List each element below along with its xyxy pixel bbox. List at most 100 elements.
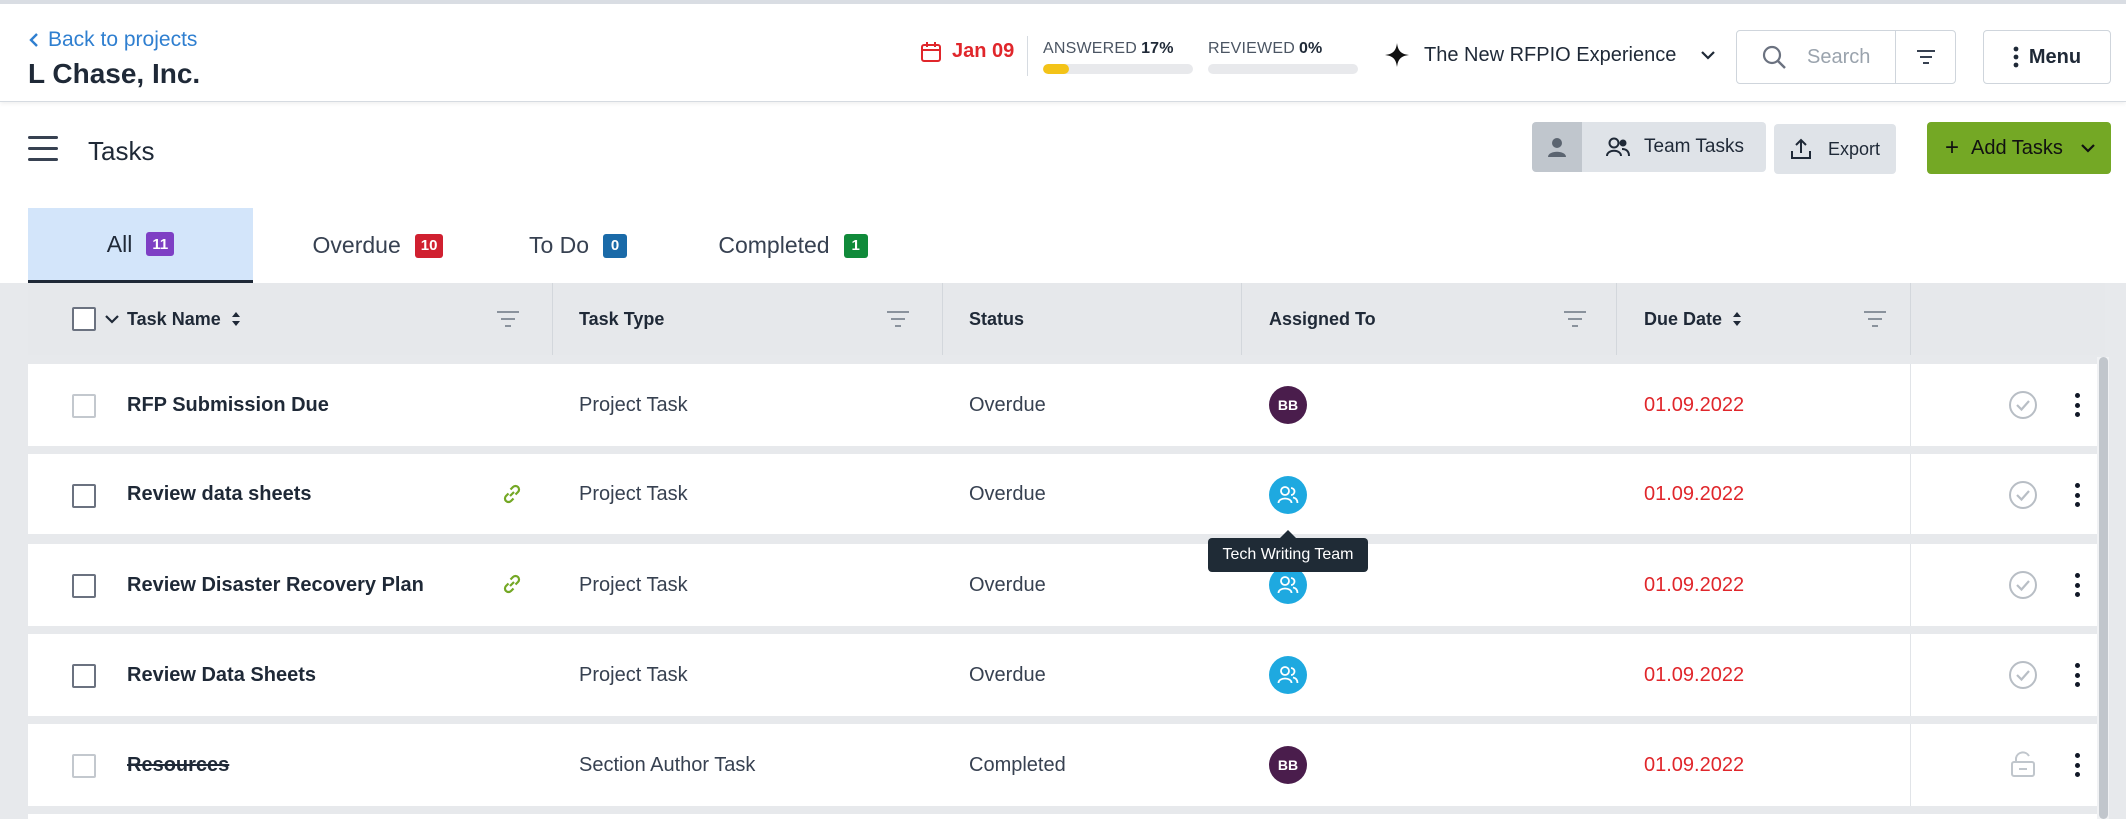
export-button[interactable]: Export xyxy=(1774,124,1896,174)
answered-progress-fill xyxy=(1043,64,1069,74)
due-date: 01.09.2022 xyxy=(1644,663,1745,686)
task-name[interactable]: Review Disaster Recovery Plan xyxy=(127,574,424,597)
table-header: Task Name Task Type Status Assigned To D… xyxy=(28,283,2105,355)
task-name[interactable]: Resources xyxy=(127,754,229,777)
back-link-label: Back to projects xyxy=(48,28,198,51)
actions-divider xyxy=(1910,544,1911,626)
row-kebab-icon[interactable] xyxy=(2072,390,2082,420)
column-label: Task Name xyxy=(127,308,221,329)
column-header-due-date[interactable]: Due Date xyxy=(1644,283,1742,355)
header-divider xyxy=(1027,36,1028,76)
link-icon[interactable] xyxy=(500,482,524,506)
column-label: Due Date xyxy=(1644,308,1723,329)
task-name[interactable]: Review Data Sheets xyxy=(127,664,316,687)
table-row[interactable]: Review Data Sheets Project Task Overdue … xyxy=(28,634,2102,716)
scrollbar-thumb[interactable] xyxy=(2099,357,2108,819)
filter-icon[interactable] xyxy=(886,309,910,329)
tab-to-do[interactable]: To Do 0 xyxy=(483,208,673,283)
check-circle-icon[interactable] xyxy=(2008,390,2038,420)
due-date-text: Jan 09 xyxy=(952,40,1015,62)
menu-button[interactable]: Menu xyxy=(1983,30,2111,84)
answered-percent: 17% xyxy=(1141,40,1174,57)
count-badge: 0 xyxy=(603,233,628,258)
row-checkbox[interactable] xyxy=(72,484,96,508)
row-kebab-icon[interactable] xyxy=(2072,480,2082,510)
unlock-icon[interactable] xyxy=(2008,750,2038,780)
page-title: Tasks xyxy=(88,136,155,166)
avatar[interactable]: BB xyxy=(1269,746,1307,784)
column-header-task-type[interactable]: Task Type xyxy=(579,283,664,355)
actions-divider xyxy=(1910,724,1911,806)
task-name[interactable]: RFP Submission Due xyxy=(127,394,329,417)
row-kebab-icon[interactable] xyxy=(2072,660,2082,690)
task-status: Overdue xyxy=(969,663,1046,686)
table-row[interactable]: Resources Section Author Task Completed … xyxy=(28,724,2102,806)
actions-divider xyxy=(1910,634,1911,716)
chevron-down-icon[interactable] xyxy=(104,313,120,325)
column-divider xyxy=(1241,283,1242,355)
chevron-down-icon[interactable] xyxy=(2079,139,2097,157)
filter-icon[interactable] xyxy=(496,309,520,329)
search-input[interactable] xyxy=(1807,45,1887,69)
task-type: Project Task xyxy=(579,393,688,416)
task-status: Overdue xyxy=(969,393,1046,416)
sort-icon[interactable] xyxy=(231,309,241,329)
task-name[interactable]: Review data sheets xyxy=(127,483,312,506)
answered-label: ANSWERED xyxy=(1043,40,1138,57)
row-checkbox[interactable] xyxy=(72,754,96,778)
table-scrollbar[interactable] xyxy=(2097,357,2109,819)
check-circle-icon[interactable] xyxy=(2008,480,2038,510)
team-tasks-button[interactable]: Team Tasks xyxy=(1582,122,1766,172)
team-icon xyxy=(1277,486,1299,504)
task-status: Completed xyxy=(969,753,1066,776)
my-tasks-button[interactable] xyxy=(1532,122,1582,172)
column-label: Status xyxy=(969,308,1025,329)
check-circle-icon[interactable] xyxy=(2008,570,2038,600)
check-circle-icon[interactable] xyxy=(2008,660,2038,690)
table-row[interactable]: Review data sheets Project Task Overdue … xyxy=(28,454,2102,534)
row-kebab-icon[interactable] xyxy=(2072,570,2082,600)
actions-divider xyxy=(1910,364,1911,446)
team-tasks-toggle: Team Tasks xyxy=(1532,122,1766,172)
search-filter-button[interactable] xyxy=(1896,31,1956,83)
calendar-icon xyxy=(921,41,941,62)
hamburger-icon[interactable] xyxy=(28,136,58,162)
team-avatar[interactable] xyxy=(1269,656,1307,694)
team-icon xyxy=(1277,666,1299,684)
column-header-assigned-to[interactable]: Assigned To xyxy=(1269,283,1376,355)
tab-completed[interactable]: Completed 1 xyxy=(673,208,913,283)
sort-icon[interactable] xyxy=(1732,309,1742,329)
tab-overdue[interactable]: Overdue 10 xyxy=(253,208,483,283)
avatar[interactable]: BB xyxy=(1269,386,1307,424)
table-row[interactable]: Review Disaster Recovery Plan Project Ta… xyxy=(28,544,2102,626)
due-date: 01.09.2022 xyxy=(1644,573,1745,596)
answered-progress: ANSWERED 17% xyxy=(1043,40,1193,74)
column-header-status[interactable]: Status xyxy=(969,283,1024,355)
column-header-task-name[interactable]: Task Name xyxy=(127,283,241,355)
add-tasks-button[interactable]: + Add Tasks xyxy=(1927,122,2111,174)
due-date-indicator[interactable]: Jan 09 xyxy=(920,40,1014,63)
tab-all[interactable]: All 11 xyxy=(28,208,253,283)
filter-icon[interactable] xyxy=(1863,309,1887,329)
reviewed-percent: 0% xyxy=(1298,40,1323,57)
back-to-projects-link[interactable]: Back to projects xyxy=(28,28,197,52)
plus-icon: + xyxy=(1945,134,1960,161)
experience-switcher[interactable]: The New RFPIO Experience xyxy=(1384,42,1716,68)
row-checkbox[interactable] xyxy=(72,664,96,688)
team-avatar[interactable] xyxy=(1269,476,1307,514)
filter-icon[interactable] xyxy=(1563,309,1587,329)
upload-icon xyxy=(1790,138,1811,159)
menu-label: Menu xyxy=(2028,45,2082,68)
column-divider xyxy=(552,283,553,355)
tab-label: To Do xyxy=(528,232,590,258)
link-icon[interactable] xyxy=(500,572,524,596)
row-checkbox[interactable] xyxy=(72,394,96,418)
table-row[interactable]: RFP Submission Due Project Task Overdue … xyxy=(28,364,2102,446)
chevron-left-icon xyxy=(29,33,38,47)
column-divider xyxy=(942,283,943,355)
row-kebab-icon[interactable] xyxy=(2072,750,2082,780)
task-type: Section Author Task xyxy=(579,753,756,776)
select-all-checkbox[interactable] xyxy=(72,307,96,331)
task-type: Project Task xyxy=(579,573,688,596)
row-checkbox[interactable] xyxy=(72,574,96,598)
